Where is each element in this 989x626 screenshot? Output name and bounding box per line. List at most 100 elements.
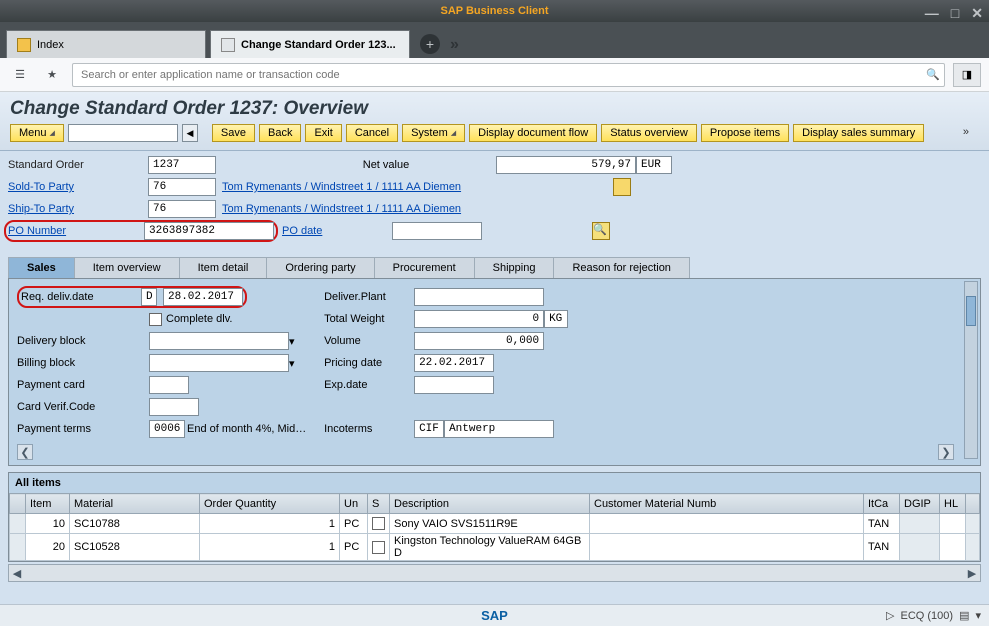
- col-desc[interactable]: Description: [390, 494, 590, 514]
- search-input[interactable]: [72, 63, 945, 87]
- arrow-right-icon[interactable]: ▷: [886, 609, 894, 622]
- side-panel-toggle[interactable]: ◨: [953, 63, 981, 87]
- ship-to-partner-link[interactable]: Tom Rymenants / Windstreet 1 / 1111 AA D…: [222, 203, 461, 215]
- tab-item-detail[interactable]: Item detail: [179, 257, 268, 278]
- all-items-panel: All items Item Material Order Quantity U…: [8, 472, 981, 562]
- sold-to-party-link[interactable]: Sold-To Party: [8, 181, 74, 193]
- maximize-icon[interactable]: □: [951, 2, 959, 24]
- req-deliv-date-field[interactable]: [163, 288, 243, 306]
- volume-field: [414, 332, 544, 350]
- window-title: SAP Business Client: [441, 5, 549, 17]
- row-checkbox[interactable]: [372, 541, 385, 554]
- favorite-icon[interactable]: ★: [40, 63, 64, 87]
- col-dgip[interactable]: DGIP: [900, 494, 940, 514]
- toolbar-overflow-icon[interactable]: »: [963, 126, 969, 138]
- document-icon[interactable]: [613, 178, 631, 196]
- tab-sales[interactable]: Sales: [8, 257, 75, 278]
- po-number-field[interactable]: [144, 222, 274, 240]
- row-selector-header: [10, 494, 26, 514]
- search-doc-icon[interactable]: 🔍: [592, 222, 610, 240]
- index-icon: [17, 38, 31, 52]
- propose-items-button[interactable]: Propose items: [701, 124, 789, 142]
- save-button[interactable]: Save: [212, 124, 255, 142]
- incoterms-desc[interactable]: [444, 420, 554, 438]
- tab-shipping[interactable]: Shipping: [474, 257, 555, 278]
- exp-date-field[interactable]: [414, 376, 494, 394]
- app-tabstrip: Index Change Standard Order 123... + »: [0, 22, 989, 58]
- tab-item-overview[interactable]: Item overview: [74, 257, 180, 278]
- ship-to-party-link[interactable]: Ship-To Party: [8, 203, 74, 215]
- po-number-link[interactable]: PO Number: [8, 225, 66, 237]
- col-item[interactable]: Item: [26, 494, 70, 514]
- net-value-label: Net value: [336, 159, 436, 171]
- page-title: Change Standard Order 1237: Overview: [10, 98, 979, 120]
- ship-to-party-field[interactable]: [148, 200, 216, 218]
- search-icon[interactable]: 🔍: [921, 63, 945, 87]
- menu-button[interactable]: Menu: [10, 124, 64, 142]
- cancel-button[interactable]: Cancel: [346, 124, 398, 142]
- currency-field: [636, 156, 672, 174]
- deliver-plant-field[interactable]: [414, 288, 544, 306]
- incoterms-code[interactable]: [414, 420, 444, 438]
- billing-block-field[interactable]: [149, 354, 289, 372]
- tab-vscroll[interactable]: [964, 281, 978, 459]
- row-checkbox[interactable]: [372, 517, 385, 530]
- col-scroll: [966, 494, 980, 514]
- deliver-plant-label: Deliver.Plant: [324, 291, 414, 303]
- system-button[interactable]: System: [402, 124, 465, 142]
- menu-icon[interactable]: ☰: [8, 63, 32, 87]
- payment-terms-code[interactable]: [149, 420, 185, 438]
- card-verif-field[interactable]: [149, 398, 199, 416]
- standard-order-label: Standard Order: [8, 159, 148, 171]
- tab-reason-rejection[interactable]: Reason for rejection: [553, 257, 689, 278]
- sap-logo: SAP: [481, 608, 508, 623]
- back-button[interactable]: Back: [259, 124, 301, 142]
- sold-to-party-field[interactable]: [148, 178, 216, 196]
- sold-to-partner-link[interactable]: Tom Rymenants / Windstreet 1 / 1111 AA D…: [222, 181, 461, 193]
- req-deliv-date-type[interactable]: [141, 288, 157, 306]
- po-date-field[interactable]: [392, 222, 482, 240]
- delivery-block-label: Delivery block: [17, 335, 149, 347]
- chevron-down-icon[interactable]: ▾: [975, 609, 981, 622]
- po-date-link[interactable]: PO date: [282, 225, 322, 237]
- sales-summary-button[interactable]: Display sales summary: [793, 124, 924, 142]
- app-tab-main[interactable]: Change Standard Order 123...: [210, 30, 410, 58]
- document-flow-button[interactable]: Display document flow: [469, 124, 597, 142]
- status-overview-button[interactable]: Status overview: [601, 124, 697, 142]
- standard-order-field[interactable]: [148, 156, 216, 174]
- scroll-left-icon[interactable]: ◀: [9, 567, 25, 580]
- app-tab-index[interactable]: Index: [6, 30, 206, 58]
- col-material[interactable]: Material: [70, 494, 200, 514]
- pricing-date-field[interactable]: [414, 354, 494, 372]
- col-itca[interactable]: ItCa: [864, 494, 900, 514]
- tab-procurement[interactable]: Procurement: [374, 257, 475, 278]
- scroll-right-icon[interactable]: ▶: [964, 567, 980, 580]
- minimize-icon[interactable]: —: [925, 2, 939, 24]
- col-qty[interactable]: Order Quantity: [200, 494, 340, 514]
- close-icon[interactable]: ✕: [971, 2, 983, 24]
- command-field[interactable]: [68, 124, 178, 142]
- payment-card-field[interactable]: [149, 376, 189, 394]
- command-back-icon[interactable]: ◀: [182, 124, 198, 142]
- col-s[interactable]: S: [368, 494, 390, 514]
- chevron-down-icon[interactable]: ▾: [289, 335, 295, 348]
- total-weight-field: [414, 310, 544, 328]
- content-hscroll[interactable]: ◀ ▶: [8, 564, 981, 582]
- session-icon[interactable]: ▤: [959, 609, 969, 622]
- complete-dlv-checkbox[interactable]: [149, 313, 162, 326]
- exit-button[interactable]: Exit: [305, 124, 341, 142]
- tab-overflow-icon[interactable]: »: [450, 36, 459, 54]
- scroll-left-icon[interactable]: ❮: [17, 444, 33, 460]
- tab-ordering-party[interactable]: Ordering party: [266, 257, 374, 278]
- payment-terms-label: Payment terms: [17, 423, 149, 435]
- col-cmn[interactable]: Customer Material Numb: [590, 494, 864, 514]
- card-verif-label: Card Verif.Code: [17, 401, 149, 413]
- col-un[interactable]: Un: [340, 494, 368, 514]
- table-row[interactable]: 10 SC10788 1 PC Sony VAIO SVS1511R9E TAN: [10, 514, 980, 534]
- table-row[interactable]: 20 SC10528 1 PC Kingston Technology Valu…: [10, 534, 980, 561]
- delivery-block-field[interactable]: [149, 332, 289, 350]
- chevron-down-icon[interactable]: ▾: [289, 357, 295, 370]
- new-tab-button[interactable]: +: [420, 34, 440, 54]
- scroll-right-icon[interactable]: ❯: [938, 444, 954, 460]
- col-hl[interactable]: HL: [940, 494, 966, 514]
